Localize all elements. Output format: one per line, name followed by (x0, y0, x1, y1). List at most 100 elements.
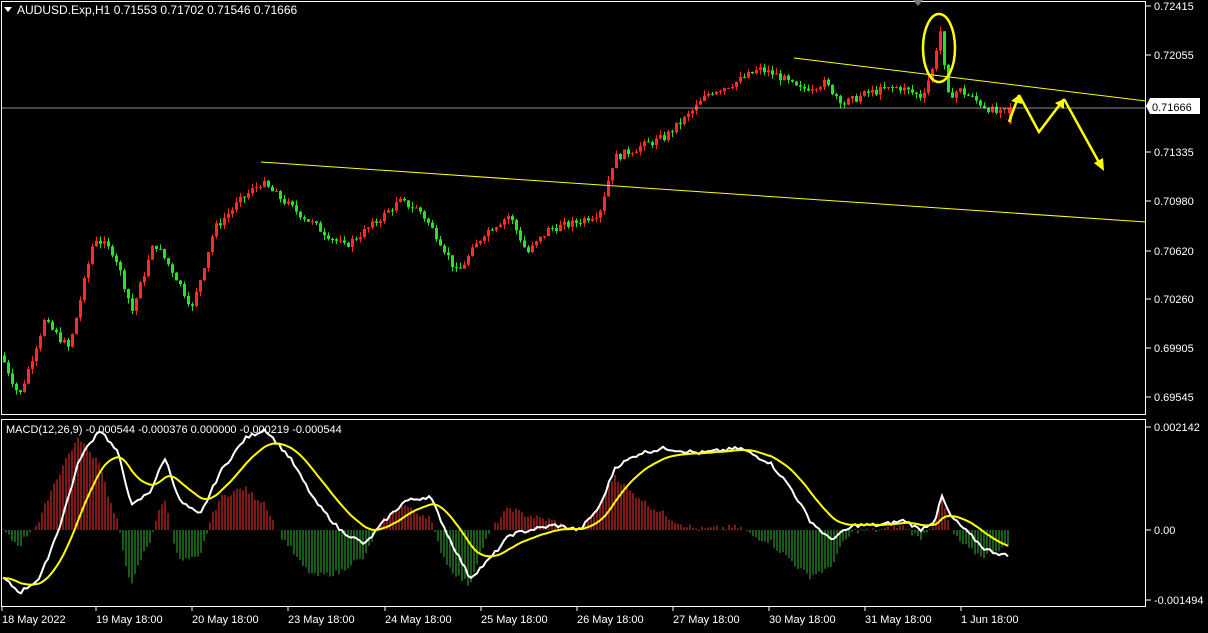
candle-body (671, 131, 674, 133)
candle-body (479, 240, 482, 244)
candle-body (155, 245, 158, 249)
candle-body (179, 280, 182, 285)
candle-body (295, 205, 298, 212)
candle-body (895, 87, 898, 89)
candle-body (547, 228, 550, 237)
x-axis-label: 19 May 18:00 (96, 614, 163, 626)
candle-body (99, 240, 102, 244)
candle-body (427, 218, 430, 223)
candle-body (731, 87, 734, 89)
x-axis-label: 30 May 18:00 (769, 614, 836, 626)
candle-body (707, 93, 710, 96)
candle-body (107, 241, 110, 247)
candle-body (463, 264, 466, 269)
candle-body (555, 228, 558, 232)
candle-body (843, 103, 846, 105)
candle-body (167, 258, 170, 265)
candle-body (699, 100, 702, 105)
candle-body (819, 87, 822, 90)
candle-body (135, 298, 138, 311)
candle-body (207, 251, 210, 269)
candle-body (15, 383, 18, 391)
candle-body (923, 92, 926, 98)
x-axis-label: 27 May 18:00 (673, 614, 740, 626)
candle-body (863, 91, 866, 96)
candle-body (635, 151, 638, 154)
candle-body (183, 284, 186, 296)
candle-body (531, 245, 534, 253)
candle-body (343, 240, 346, 243)
candle-body (683, 116, 686, 125)
candle-body (451, 255, 454, 267)
candle-body (503, 219, 506, 225)
candle-body (319, 223, 322, 232)
candle-body (703, 95, 706, 101)
candle-body (127, 289, 130, 299)
candle-body (919, 93, 922, 98)
candle-body (747, 71, 750, 78)
candle-body (827, 79, 830, 85)
candle-body (3, 355, 6, 363)
candle-body (399, 198, 402, 203)
candle-body (475, 243, 478, 248)
candle-body (447, 252, 450, 256)
candle-body (719, 91, 722, 93)
candle-body (999, 109, 1002, 113)
candle-body (987, 108, 990, 113)
candle-body (939, 31, 942, 51)
candle-body (611, 168, 614, 181)
candle-body (239, 196, 242, 203)
candle-body (331, 238, 334, 240)
candle-body (19, 390, 22, 393)
candle-body (339, 240, 342, 242)
candle-body (723, 88, 726, 92)
candle-body (211, 236, 214, 252)
candle-body (215, 223, 218, 237)
candle-body (583, 218, 586, 224)
candle-body (91, 246, 94, 264)
candle-body (615, 154, 618, 169)
candle-body (235, 202, 238, 210)
candle-body (423, 211, 426, 219)
candle-body (315, 221, 318, 224)
candle-body (251, 188, 254, 194)
candle-body (887, 86, 890, 89)
candle-body (643, 141, 646, 147)
candle-body (87, 263, 90, 278)
candle-body (267, 180, 270, 187)
candle-body (539, 236, 542, 242)
candle-body (963, 88, 966, 95)
candle-body (791, 79, 794, 82)
candle-body (883, 86, 886, 89)
x-axis-label: 18 May 2022 (2, 614, 66, 626)
candle-body (55, 329, 58, 333)
candle-body (823, 79, 826, 88)
candle-body (51, 321, 54, 330)
main-y-axis: 0.72415 0.72055 0.71335 0.70980 0.70620 0.702… (1146, 1, 1194, 404)
candle-body (559, 224, 562, 232)
y-tick-label: 0.72055 (1154, 50, 1194, 62)
candle-body (439, 239, 442, 246)
candle-body (103, 241, 106, 244)
macd-y-tick-label: -0.001494 (1154, 595, 1204, 607)
candle-body (631, 153, 634, 155)
candle-body (443, 245, 446, 253)
candle-body (787, 75, 790, 80)
symbol-info: AUDUSD.Exp,H1 0.71553 0.71702 0.71546 0.… (17, 3, 298, 17)
candle-body (651, 142, 654, 146)
candle-body (307, 219, 310, 222)
candle-body (771, 70, 774, 75)
candle-body (255, 187, 258, 189)
candle-body (347, 242, 350, 247)
candle-body (59, 332, 62, 343)
x-axis-label: 1 Jun 18:00 (961, 614, 1019, 626)
candle-body (875, 89, 878, 95)
candle-body (387, 210, 390, 213)
candle-body (507, 216, 510, 220)
candle-body (955, 91, 958, 98)
candle-body (383, 212, 386, 222)
candle-body (231, 209, 234, 214)
candle-body (879, 86, 882, 95)
candle-body (199, 280, 202, 292)
candle-body (687, 113, 690, 117)
